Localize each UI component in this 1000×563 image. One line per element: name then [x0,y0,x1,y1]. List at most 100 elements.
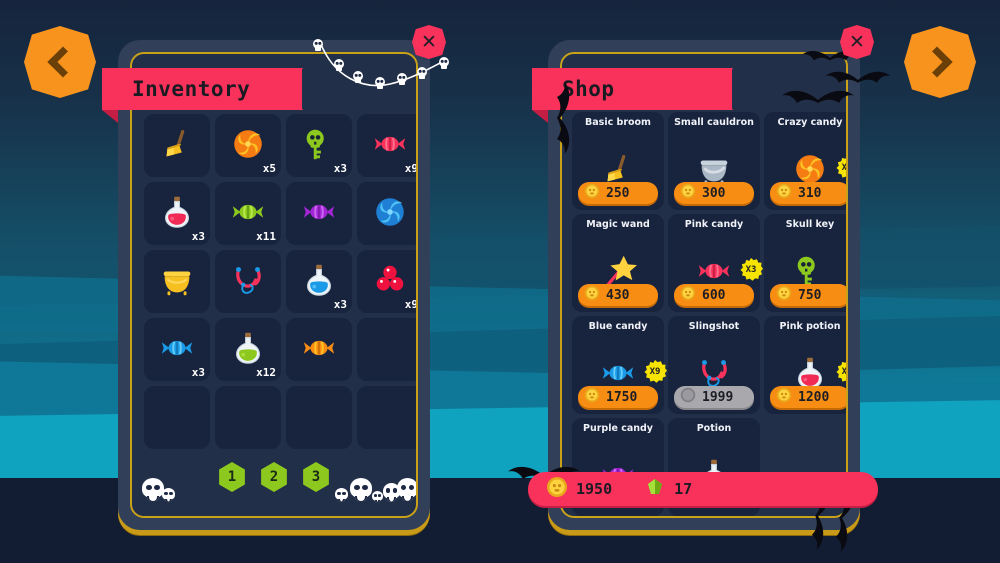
inventory-grid: x5 x3 x9 x3 x11 x3 x9 x3 x12 [144,114,418,449]
coin-skull-icon [776,387,792,407]
shop-item-name: Crazy candy [777,117,843,128]
inventory-slot-green-potion[interactable]: x12 [215,318,281,381]
shop-item-price: 310 [798,185,822,201]
inventory-title: Inventory [132,77,251,101]
inventory-slot-pink-candy[interactable]: x9 [357,114,416,177]
coin-skull-icon [584,387,600,407]
buy-button[interactable]: 430 [578,284,658,306]
shop-item-name: Slingshot [688,321,740,332]
page-button-2[interactable]: 2 [261,462,287,492]
shop-panel-body: Basic broom 250 Small cauldron 300 Crazy c… [562,54,846,516]
inventory-pager: 123 [132,462,416,492]
shop-item-name: Small cauldron [674,117,754,128]
shop-title: Shop [562,77,615,101]
page-button-3[interactable]: 3 [303,462,329,492]
shop-item-name: Blue candy [588,321,648,332]
candy-orange-icon [300,329,338,371]
coin-disabled-icon [680,387,696,407]
coin-skull-icon [546,476,568,502]
buy-button[interactable]: 1750 [578,386,658,408]
inventory-slot-empty[interactable] [144,386,210,449]
inventory-slot-quantity: x12 [256,366,276,379]
inventory-slot-quantity: x3 [333,162,347,175]
inventory-slot-empty[interactable] [357,386,416,449]
shop-grid: Basic broom 250 Small cauldron 300 Crazy c… [572,112,846,516]
broom-icon [158,125,196,167]
candy-green-icon [229,193,267,235]
buy-button[interactable]: 1999 [674,386,754,408]
page-button-1[interactable]: 1 [219,462,245,492]
shop-item-price: 1200 [798,389,830,405]
inventory-slot-pink-potion[interactable]: x3 [144,182,210,245]
buy-button[interactable]: 600 [674,284,754,306]
gem-green-icon [644,476,666,502]
shop-card-slingshot[interactable]: Slingshot 1999 [668,316,760,414]
shop-panel: Basic broom 250 Small cauldron 300 Crazy c… [532,40,860,530]
next-page-button[interactable] [904,26,976,98]
shop-item-price: 250 [606,185,630,201]
shop-card-basic-broom[interactable]: Basic broom 250 [572,112,664,210]
potion-green-icon [229,329,267,371]
inventory-slot-orange-candy[interactable] [286,318,352,381]
shop-card-pink-candy[interactable]: Pink candy X3 600 [668,214,763,312]
shop-item-price: 750 [798,287,822,303]
candy-pink-icon [371,125,409,167]
inventory-slot-quantity: x9 [404,298,418,311]
cauldron-gold-icon [158,261,196,303]
shop-card-blue-candy[interactable]: Blue candy X9 1750 [572,316,667,414]
buy-button[interactable]: 1200 [770,386,846,408]
inventory-slot-quantity: x3 [191,230,205,243]
inventory-slot-purple-candy[interactable] [286,182,352,245]
shop-card-magic-wand[interactable]: Magic wand 430 [572,214,664,312]
inventory-slot-blue-swirl-lollipop[interactable] [357,182,416,245]
coin-skull-icon [680,183,696,203]
inventory-slot-blue-potion[interactable]: x3 [286,250,352,313]
inventory-slot-slingshot[interactable] [215,250,281,313]
inventory-slot-orange-swirl-lollipop[interactable]: x5 [215,114,281,177]
coin-skull-icon [776,183,792,203]
coin-skull-icon [584,285,600,305]
inventory-panel-body: x5 x3 x9 x3 x11 x3 x9 x3 x12 1 2 3 [132,54,416,516]
inventory-panel-inner: x5 x3 x9 x3 x11 x3 x9 x3 x12 1 2 3 [130,52,418,518]
gem-amount: 17 [674,480,693,498]
previous-page-button[interactable] [24,26,96,98]
close-inventory-button[interactable]: ✕ [412,25,446,59]
inventory-slot-empty[interactable] [357,318,416,381]
buy-button[interactable]: 310 [770,182,846,204]
inventory-slot-gold-cauldron[interactable] [144,250,210,313]
close-icon: ✕ [421,30,437,53]
shop-item-name: Pink candy [684,219,744,230]
shop-item-name: Pink potion [779,321,841,332]
shop-item-price: 430 [606,287,630,303]
buy-button[interactable]: 750 [770,284,846,306]
shop-item-name: Skull key [785,219,835,230]
buy-button[interactable]: 250 [578,182,658,204]
shop-item-name: Potion [696,423,732,434]
shop-item-price: 1750 [606,389,638,405]
close-shop-button[interactable]: ✕ [840,25,874,59]
inventory-slot-quantity: x11 [256,230,276,243]
shop-panel-inner: Basic broom 250 Small cauldron 300 Crazy c… [560,52,848,518]
inventory-slot-skull-key[interactable]: x3 [286,114,352,177]
inventory-slot-quantity: x3 [191,366,205,379]
shop-title-ribbon: Shop [532,68,732,110]
shop-card-skull-key[interactable]: Skull key 750 [764,214,846,312]
coin-skull-icon [776,285,792,305]
inventory-slot-green-candy[interactable]: x11 [215,182,281,245]
inventory-slot-blue-candy[interactable]: x3 [144,318,210,381]
inventory-slot-empty[interactable] [215,386,281,449]
lollipop-blue-icon [371,193,409,235]
skull-decoration [372,491,383,503]
shop-item-name: Basic broom [585,117,651,128]
inventory-title-ribbon: Inventory [102,68,302,110]
inventory-slot-empty[interactable] [286,386,352,449]
shop-card-crazy-candy[interactable]: Crazy candy X3310 [764,112,846,210]
inventory-slot-quantity: x3 [333,298,347,311]
game-screen: x5 x3 x9 x3 x11 x3 x9 x3 x12 1 2 3 Inven… [0,0,1000,563]
inventory-slot-broom[interactable] [144,114,210,177]
inventory-slot-red-berries[interactable]: x9 [357,250,418,313]
shop-card-pink-potion[interactable]: Pink potion X51200 [764,316,846,414]
buy-button[interactable]: 300 [674,182,754,204]
shop-card-small-cauldron[interactable]: Small cauldron 300 [668,112,760,210]
candy-blue-icon [158,329,196,371]
